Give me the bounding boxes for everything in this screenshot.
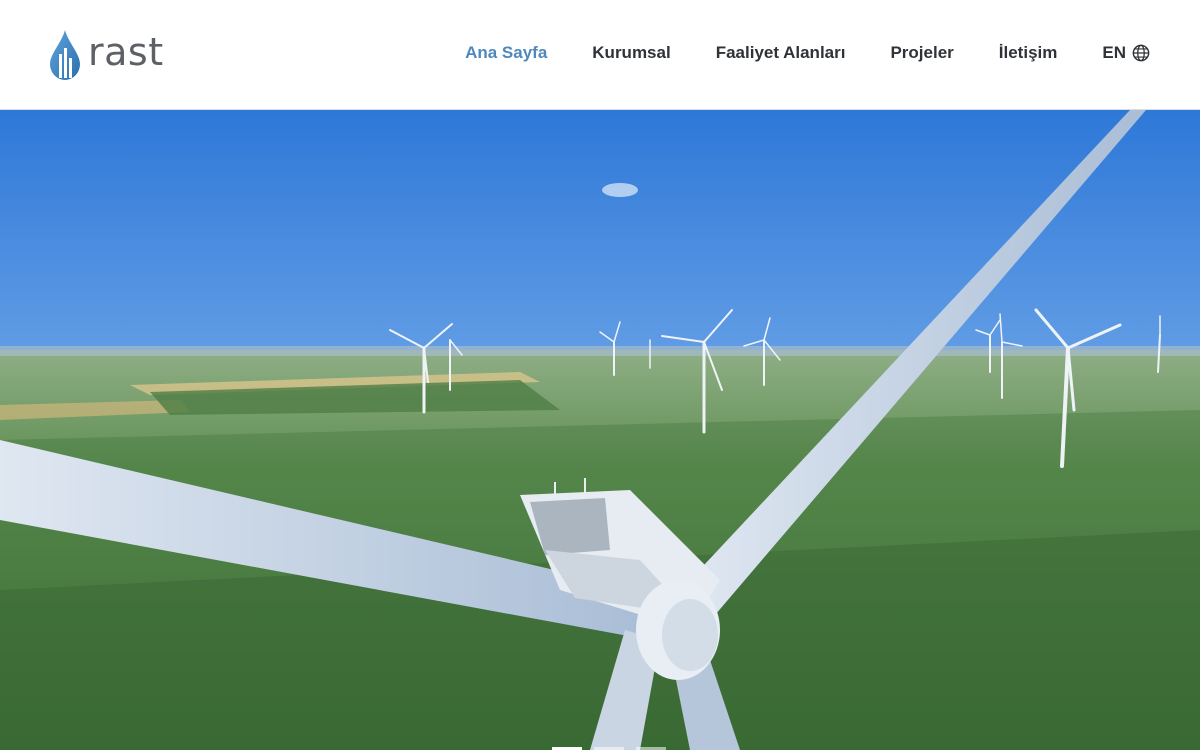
nav-item-ana-sayfa[interactable]: Ana Sayfa [465,43,547,63]
brand-logo[interactable]: rast [50,30,164,80]
brand-name: rast [88,30,164,74]
main-nav: Ana Sayfa Kurumsal Faaliyet Alanları Pro… [420,40,1150,66]
nav-item-kurumsal[interactable]: Kurumsal [592,43,670,63]
nav-item-projeler[interactable]: Projeler [890,43,953,63]
hero-wind-farm-image [0,110,1200,750]
language-switch[interactable]: EN [1102,43,1150,63]
hero-banner [0,110,1200,750]
nav-item-iletisim[interactable]: İletişim [999,43,1058,63]
droplet-bars-icon [50,30,80,80]
site-header: rast Ana Sayfa Kurumsal Faaliyet Alanlar… [0,0,1200,110]
nav-item-faaliyet-alanlari[interactable]: Faaliyet Alanları [716,43,846,63]
language-label: EN [1102,43,1126,62]
globe-icon [1132,44,1150,62]
